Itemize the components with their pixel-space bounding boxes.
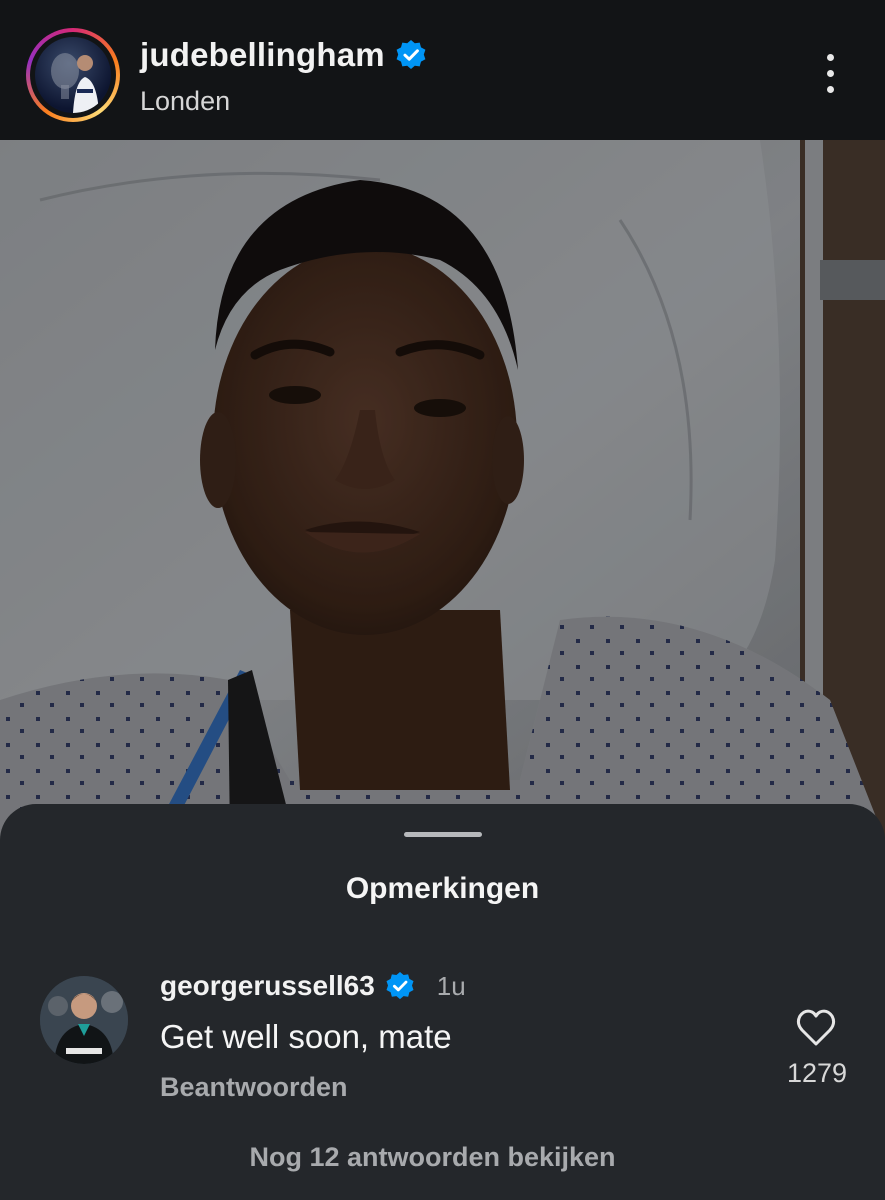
more-options-icon[interactable]: [812, 54, 848, 98]
sheet-drag-handle[interactable]: [404, 832, 482, 837]
profile-avatar: [35, 37, 111, 113]
post-header: judebellingham Londen: [0, 0, 885, 140]
verified-badge-icon: [386, 971, 414, 1000]
view-replies-link[interactable]: Nog 12 antwoorden bekijken: [0, 1142, 865, 1173]
comment-text: Get well soon, mate: [160, 1018, 452, 1055]
heart-icon[interactable]: [794, 1006, 838, 1050]
comments-title: Opmerkingen: [345, 872, 540, 905]
reply-button[interactable]: Beantwoorden: [160, 1072, 348, 1103]
verified-badge-icon: [396, 40, 426, 69]
comments-sheet: Opmerkingen georgerussell63 1u Get well …: [0, 804, 885, 1200]
comment-time: 1u: [436, 970, 466, 1001]
like-count: 1279: [786, 1058, 848, 1088]
commenter-username[interactable]: georgerussell63: [160, 970, 375, 1002]
post-image[interactable]: [0, 140, 885, 840]
profile-avatar-story-ring[interactable]: [26, 28, 120, 122]
post-username[interactable]: judebellingham: [140, 36, 385, 74]
commenter-avatar[interactable]: [40, 976, 128, 1064]
post-location[interactable]: Londen: [140, 86, 230, 117]
